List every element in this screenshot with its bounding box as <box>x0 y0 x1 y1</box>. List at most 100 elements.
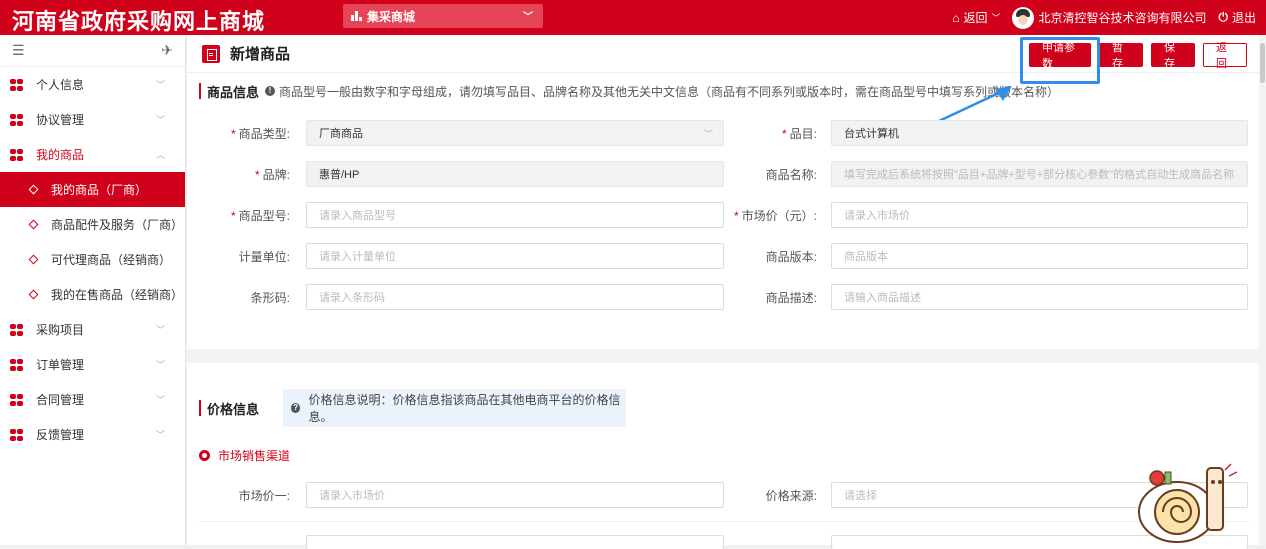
section-title: 商品信息 <box>207 84 260 100</box>
sidebar-subitem-label: 我的商品（厂商） <box>51 183 148 197</box>
scrollbar[interactable] <box>1259 35 1266 545</box>
price-info-section: 价格信息 <box>187 390 265 426</box>
clover-icon <box>10 323 24 336</box>
name-label: 商品名称: <box>765 168 817 182</box>
sidebar: ☰ ✈ 个人信息 ﹀ 协议管理 ﹀ 我的商品 ︿ 我的商品（厂商） 商品配件及服… <box>0 35 186 545</box>
market-price-label: * 市场价（元）: <box>733 209 817 223</box>
product-name-field[interactable]: 填写完成后系统将按照"品目+品牌+型号+部分核心参数"的格式自动生成商品名称 <box>831 161 1248 187</box>
market-price-input[interactable]: 请录入市场价 <box>831 202 1248 228</box>
menu-collapse-icon[interactable]: ☰ <box>12 42 25 59</box>
category-field[interactable]: 台式计算机 <box>831 120 1248 146</box>
sidebar-subitem-agency-products[interactable]: 可代理商品（经销商） <box>0 242 185 277</box>
market-price-1-label: 市场价一: <box>238 489 290 503</box>
mall-selector-label: 集采商城 <box>367 9 416 24</box>
brand-field[interactable]: 惠普/HP <box>306 161 724 187</box>
diamond-icon <box>28 254 39 265</box>
unit-label: 计量单位: <box>238 250 290 264</box>
sidebar-item-personal-info[interactable]: 个人信息 ﹀ <box>0 67 185 102</box>
chevron-down-icon: ﹀ <box>155 430 165 440</box>
sidebar-item-contracts[interactable]: 合同管理 ﹀ <box>0 382 185 417</box>
site-brand: 河南省政府采购网上商城 <box>12 9 266 35</box>
market-price-1-placeholder: 请录入市场价 <box>319 490 385 502</box>
snail-mascot-icon <box>1138 463 1238 543</box>
sidebar-item-label: 合同管理 <box>36 393 85 407</box>
sidebar-item-feedback[interactable]: 反馈管理 ﹀ <box>0 417 185 452</box>
sidebar-item-orders[interactable]: 订单管理 ﹀ <box>0 347 185 382</box>
pin-icon[interactable]: ✈ <box>161 42 173 59</box>
sidebar-item-label: 我的商品 <box>36 148 85 162</box>
chevron-down-icon: ﹀ <box>155 360 165 370</box>
sidebar-subitem-accessories[interactable]: 商品配件及服务（厂商） <box>0 207 185 242</box>
category-label: * 品目: <box>781 127 817 141</box>
sidebar-item-label: 协议管理 <box>36 113 85 127</box>
market-price-1-input[interactable]: 请录入市场价 <box>306 482 724 508</box>
scrollbar-thumb[interactable] <box>1260 43 1265 83</box>
sidebar-item-label: 个人信息 <box>36 78 85 92</box>
version-input[interactable]: 商品版本 <box>831 243 1248 269</box>
price-note-text: 价格信息说明：价格信息指该商品在其他电商平台的价格信息。 <box>308 393 621 424</box>
avatar <box>1012 6 1035 29</box>
brand-value: 惠普/HP <box>319 169 360 181</box>
market-price-placeholder: 请录入市场价 <box>844 210 910 222</box>
model-placeholder: 请录入商品型号 <box>319 210 396 222</box>
logout-button[interactable]: ⏻ 退出 <box>1218 9 1256 26</box>
mall-selector[interactable]: 集采商城 ﹀ <box>343 4 543 28</box>
chevron-down-icon: ﹀ <box>991 13 1001 23</box>
main-content: 新增商品 申请参数 暂存 保存 返回 商品信息 ! 商品型号一般由数字和字母组成… <box>187 35 1259 549</box>
price-source-placeholder: 请选择 <box>844 490 877 502</box>
sidebar-item-my-products[interactable]: 我的商品 ︿ <box>0 137 185 172</box>
power-icon: ⏻ <box>1218 10 1228 24</box>
radio-icon <box>199 450 210 461</box>
question-icon: ? <box>291 403 301 413</box>
next-row-input[interactable] <box>306 535 724 549</box>
chevron-down-icon: ﹀ <box>155 80 165 90</box>
clover-icon <box>10 148 24 161</box>
market-channel-radio[interactable]: 市场销售渠道 <box>199 447 290 464</box>
version-label: 商品版本: <box>765 250 817 264</box>
sidebar-item-agreements[interactable]: 协议管理 ﹀ <box>0 102 185 137</box>
product-type-value: 厂商商品 <box>319 128 363 140</box>
sidebar-item-procurement[interactable]: 采购项目 ﹀ <box>0 312 185 347</box>
chevron-down-icon: ﹀ <box>523 12 533 23</box>
chevron-down-icon: ﹀ <box>155 115 165 125</box>
section-divider <box>187 349 1259 363</box>
barcode-input[interactable]: 请录入条形码 <box>306 284 724 310</box>
description-placeholder: 请输入商品描述 <box>844 292 921 304</box>
sidebar-subitem-label: 我的在售商品（经销商） <box>51 288 184 302</box>
page-title: 新增商品 <box>230 46 291 63</box>
chevron-down-icon: ﹀ <box>703 128 713 139</box>
category-value: 台式计算机 <box>844 128 899 140</box>
chevron-down-icon: ﹀ <box>155 325 165 335</box>
document-icon <box>202 44 220 63</box>
bar-chart-icon <box>351 11 363 21</box>
sidebar-subitem-label: 商品配件及服务（厂商） <box>51 218 184 232</box>
description-input[interactable]: 请输入商品描述 <box>831 284 1248 310</box>
barcode-placeholder: 请录入条形码 <box>319 292 385 304</box>
product-name-placeholder: 填写完成后系统将按照"品目+品牌+型号+部分核心参数"的格式自动生成商品名称 <box>844 169 1235 181</box>
clover-icon <box>10 358 24 371</box>
description-label: 商品描述: <box>765 291 817 305</box>
save-button[interactable]: 保存 <box>1151 42 1195 70</box>
back-button[interactable]: 返回 <box>1203 42 1247 70</box>
sidebar-item-label: 采购项目 <box>36 323 85 337</box>
sidebar-subitem-my-products-manufacturer[interactable]: 我的商品（厂商） <box>0 172 185 207</box>
sidebar-item-label: 反馈管理 <box>36 428 85 442</box>
sidebar-item-label: 订单管理 <box>36 358 85 372</box>
back-home-label: 返回 <box>963 11 988 25</box>
product-type-select[interactable]: 厂商商品 ﹀ <box>306 120 724 146</box>
sidebar-subitem-on-sale[interactable]: 我的在售商品（经销商） <box>0 277 185 312</box>
section-title: 价格信息 <box>207 401 260 417</box>
barcode-label: 条形码: <box>250 291 290 305</box>
draft-button[interactable]: 暂存 <box>1099 42 1143 70</box>
user-account[interactable]: 北京清控智谷技术咨询有限公司 <box>1012 6 1206 29</box>
market-channel-label: 市场销售渠道 <box>218 449 291 463</box>
model-input[interactable]: 请录入商品型号 <box>306 202 724 228</box>
diamond-icon <box>28 184 39 195</box>
diamond-icon <box>28 219 39 230</box>
model-label: * 商品型号: <box>230 209 290 223</box>
back-home-link[interactable]: ⌂ 返回 ﹀ <box>952 9 1000 26</box>
logout-label: 退出 <box>1231 11 1256 25</box>
type-label: * 商品类型: <box>230 127 290 141</box>
diamond-icon <box>28 289 39 300</box>
unit-input[interactable]: 请录入计量单位 <box>306 243 724 269</box>
